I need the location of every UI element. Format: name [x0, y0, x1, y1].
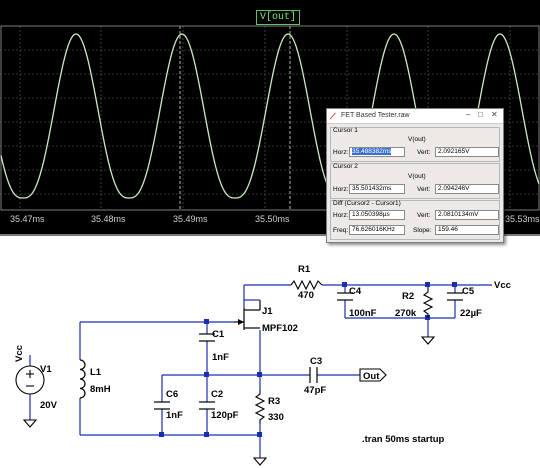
r1-resistor-symbol[interactable] [290, 279, 323, 291]
c6-value: 1nF [166, 410, 183, 421]
trace-name: V(out) [408, 136, 426, 143]
r1-name: R1 [298, 264, 311, 275]
cursor1-vert-field[interactable]: 2.092165V [435, 147, 499, 157]
vert-label: Vert: [417, 212, 431, 219]
x-tick-label: 35.50ms [255, 214, 290, 224]
v1-value: 20V [40, 400, 58, 411]
vert-label: Vert: [417, 149, 431, 156]
c5-name: C5 [462, 286, 475, 297]
x-tick-label: 35.47ms [10, 214, 45, 224]
window-titlebar[interactable]: ⟋ FET Based Tester.raw – □ ✕ [327, 109, 503, 124]
c4-name: C4 [349, 286, 362, 297]
c6-name: C6 [166, 389, 178, 400]
c1-value: 1nF [212, 352, 229, 363]
r3-name: R3 [268, 396, 280, 407]
diff-group: Diff (Cursor2 - Cursor1) Horz: 13.050398… [330, 200, 500, 240]
close-icon[interactable]: ✕ [491, 110, 498, 119]
l1-inductor-symbol[interactable] [79, 359, 86, 399]
horz-label: Horz: [333, 149, 349, 156]
vert-label: Vert: [417, 186, 431, 193]
c2-value: 120pF [211, 410, 239, 421]
c2-name: C2 [211, 389, 223, 400]
cursor-lines[interactable] [179, 26, 291, 210]
r2-name: R2 [402, 291, 414, 302]
x-tick-label: 35.53ms [505, 214, 540, 224]
horz-label: Horz: [333, 212, 349, 219]
cursor2-group: Cursor 2 V(out) Horz: 35.501432ms Vert: … [330, 163, 500, 199]
cursor1-group: Cursor 1 V(out) Horz: 35.488382ms Vert: … [330, 127, 500, 162]
r3-resistor-symbol[interactable] [254, 390, 266, 424]
c6-capacitor-symbol[interactable] [154, 401, 170, 410]
diff-horz-field[interactable]: 13.050398µs [349, 210, 405, 220]
trace-label[interactable]: V[out] [256, 10, 301, 25]
x-tick-label: 35.48ms [91, 214, 126, 224]
diff-freq-field[interactable]: 76.626016KHz [349, 225, 405, 235]
schematic-canvas[interactable]: R1 470 C4 100nF R2 270k C5 22µF Vcc J1 M… [0, 238, 540, 468]
cursor2-vert-field[interactable]: 2.094246V [435, 184, 499, 194]
v1-name: V1 [40, 364, 52, 375]
c5-capacitor-symbol[interactable] [447, 292, 463, 301]
cursor-readout-window[interactable]: ⟋ FET Based Tester.raw – □ ✕ Cursor 1 V(… [326, 108, 504, 243]
diff-vert-field[interactable]: 2.0810134mV [435, 210, 499, 220]
r3-value: 330 [268, 412, 284, 423]
j1-jfet-symbol[interactable] [234, 300, 261, 330]
r2-value: 270k [395, 308, 417, 319]
vcc-net-label-left: Vcc [14, 345, 25, 362]
c3-value: 47pF [304, 385, 326, 396]
j1-name: J1 [262, 306, 273, 317]
trace-name: V(out) [408, 173, 426, 180]
j1-value: MPF102 [262, 323, 298, 334]
maximize-icon[interactable]: □ [478, 110, 483, 119]
ground-symbol [22, 419, 38, 428]
minimize-icon[interactable]: – [466, 110, 470, 119]
cursor1-horz-field[interactable]: 35.488382ms [349, 147, 405, 157]
diff-slope-field[interactable]: 159.46 [435, 225, 499, 235]
slope-label: Slope: [413, 227, 432, 234]
ground-symbol [420, 336, 436, 345]
out-net-label: Out [363, 371, 380, 382]
c1-name: C1 [212, 329, 225, 340]
ltspice-app-icon: ⟋ [330, 112, 336, 121]
group-heading: Diff (Cursor2 - Cursor1) [333, 200, 401, 207]
group-heading: Cursor 1 [333, 127, 358, 134]
gate-arrow-icon [238, 319, 244, 325]
c4-value: 100nF [349, 308, 377, 319]
c2-capacitor-symbol[interactable] [199, 401, 215, 410]
c5-value: 22µF [460, 308, 482, 319]
c3-capacitor-symbol[interactable] [309, 367, 318, 383]
junction-dots [159, 282, 457, 437]
r1-value: 470 [298, 290, 314, 301]
l1-value: 8mH [90, 384, 111, 395]
window-title: FET Based Tester.raw [341, 112, 410, 119]
c3-name: C3 [310, 356, 322, 367]
l1-name: L1 [90, 367, 102, 378]
x-tick-label: 35.49ms [173, 214, 208, 224]
group-heading: Cursor 2 [333, 163, 358, 170]
r2-resistor-symbol[interactable] [422, 287, 434, 318]
spice-directive[interactable]: .tran 50ms startup [362, 434, 445, 445]
ground-symbol [252, 457, 268, 466]
horz-label: Horz: [333, 186, 349, 193]
cursor2-horz-field[interactable]: 35.501432ms [349, 184, 405, 194]
vcc-net-label: Vcc [494, 280, 511, 291]
freq-label: Freq: [333, 227, 349, 234]
